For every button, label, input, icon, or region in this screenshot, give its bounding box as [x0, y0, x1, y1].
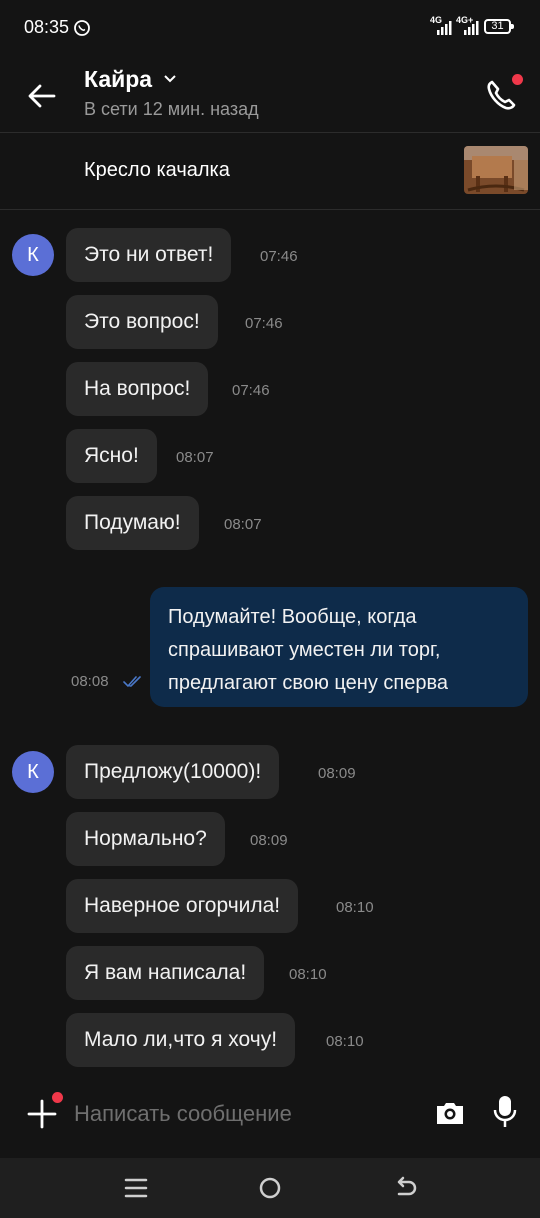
home-icon[interactable]	[255, 1173, 285, 1203]
outgoing-line: Подумайте! Вообще, когда	[168, 606, 417, 628]
battery-icon: 31	[484, 19, 514, 34]
message-time: 08:10	[289, 966, 327, 983]
message-composer	[0, 1080, 540, 1158]
message-time: 08:10	[336, 899, 374, 916]
back-icon[interactable]	[390, 1173, 420, 1203]
status-time: 08:35	[24, 17, 70, 37]
chat-header: Кайра В сети 12 мин. назад	[0, 56, 540, 133]
message-bubble[interactable]: На вопрос!	[66, 362, 209, 416]
message-bubble[interactable]: Я вам написала!	[66, 946, 265, 1000]
signal-icon-2	[464, 21, 479, 35]
contact-status: В сети 12 мин. назад	[84, 99, 259, 119]
message-bubble[interactable]: Это вопрос!	[66, 295, 218, 349]
message-time: 08:09	[318, 765, 356, 782]
whatsapp-icon	[74, 20, 90, 36]
message-bubble[interactable]: Мало ли,что я хочу!	[66, 1013, 296, 1067]
outgoing-line: спрашивают уместен ли торг,	[168, 639, 441, 661]
signal-icon	[437, 21, 452, 35]
avatar[interactable]: К	[12, 234, 54, 276]
outgoing-line: предлагают свою цену сперва	[168, 672, 448, 694]
message-time: 07:46	[232, 382, 270, 399]
camera-icon[interactable]	[434, 1097, 466, 1129]
message-time: 07:46	[260, 248, 298, 265]
back-arrow-icon[interactable]	[24, 80, 60, 112]
message-bubble[interactable]: Это ни ответ!	[66, 228, 232, 282]
listing-bar[interactable]: Кресло качалка	[0, 133, 540, 210]
message-bubble[interactable]: Подумаю!	[66, 496, 199, 550]
outgoing-time: 08:08	[71, 673, 109, 690]
message-input[interactable]	[74, 1096, 414, 1132]
chevron-down-icon[interactable]	[163, 72, 177, 86]
message-bubble[interactable]: Наверное огорчила!	[66, 879, 299, 933]
attach-notification-dot	[52, 1092, 63, 1103]
plus-icon[interactable]	[26, 1098, 58, 1130]
listing-thumbnail[interactable]	[464, 146, 528, 194]
message-time: 08:07	[224, 516, 262, 533]
microphone-icon[interactable]	[492, 1094, 518, 1130]
message-time: 07:46	[245, 315, 283, 332]
avatar[interactable]: К	[12, 751, 54, 793]
contact-name[interactable]: Кайра	[84, 66, 152, 93]
message-time: 08:07	[176, 449, 214, 466]
read-ticks-icon	[123, 676, 141, 688]
message-bubble[interactable]: Нормально?	[66, 812, 225, 866]
message-bubble[interactable]: Предложу(10000)!	[66, 745, 280, 799]
message-time: 08:10	[326, 1033, 364, 1050]
outgoing-message-bubble[interactable]: Подумайте! Вообще, когда спрашивают умес…	[150, 587, 528, 707]
status-bar: 08:35 4G 4G+ 31	[0, 0, 540, 56]
message-time: 08:09	[250, 832, 288, 849]
menu-icon[interactable]	[121, 1173, 151, 1203]
listing-title[interactable]: Кресло качалка	[84, 159, 230, 182]
message-bubble[interactable]: Ясно!	[66, 429, 157, 483]
system-nav-bar	[0, 1158, 540, 1218]
call-notification-dot	[512, 74, 523, 85]
